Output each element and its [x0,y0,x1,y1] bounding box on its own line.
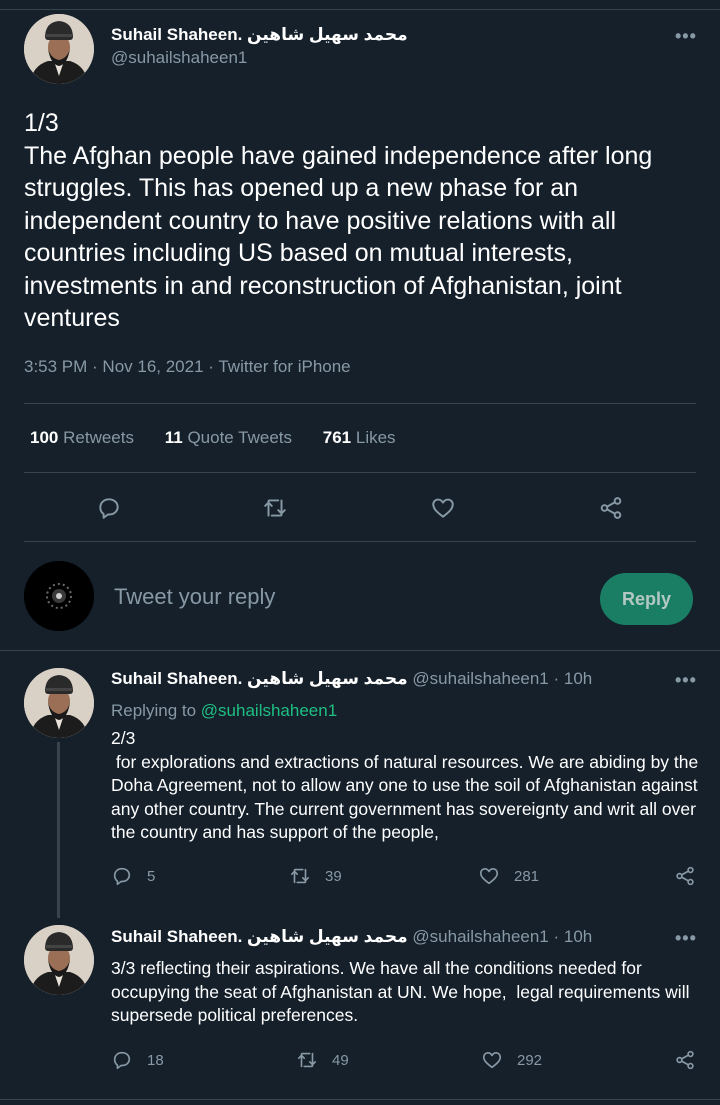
divider [24,541,696,542]
author-name[interactable]: Suhail Shaheen. محمد سهيل شاهين [111,927,408,946]
tweet-stats: 100 Retweets 11 Quote Tweets 761 Likes [30,428,422,448]
heart-icon [479,868,499,885]
divider [24,403,696,404]
tweet-text: 2/3 for explorations and extractions of … [111,728,699,842]
top-divider [0,9,720,10]
retweet-icon[interactable] [262,495,288,521]
retweet-action[interactable]: 39 [289,865,342,887]
reply-count: 5 [147,867,156,885]
divider [24,472,696,473]
like-action[interactable]: 292 [481,1049,542,1071]
author-handle[interactable]: @suhailshaheen1 [412,927,548,946]
tweet-time[interactable]: 3:53 PM · Nov 16, 2021 [24,357,204,376]
share-action[interactable] [674,1049,710,1071]
bottom-divider [0,1099,720,1100]
reply-icon [113,1051,131,1070]
more-options-icon[interactable]: ••• [675,26,697,47]
more-options-icon[interactable]: ••• [675,670,697,691]
tweet-time[interactable]: · 10h [554,927,593,946]
tweet-source[interactable]: Twitter for iPhone [218,357,350,376]
author-handle[interactable]: @suhailshaheen1 [412,669,548,688]
reply-input[interactable] [114,584,564,610]
retweets-stat[interactable]: 100 Retweets [30,428,134,447]
reply-icon[interactable] [96,495,122,521]
author-name[interactable]: Suhail Shaheen. محمد سهيل شاهين [111,669,408,688]
like-action[interactable]: 281 [478,865,539,887]
tweet-meta: 3:53 PM · Nov 16, 2021 · Twitter for iPh… [24,357,351,377]
reply-action[interactable]: 18 [111,1049,164,1071]
replying-to-link[interactable]: @suhailshaheen1 [201,701,337,720]
likes-stat[interactable]: 761 Likes [323,428,396,447]
share-icon [676,1050,694,1070]
tweet-text: 3/3 reflecting their aspirations. We hav… [111,958,695,1025]
tweet-text: 1/3 The Afghan people have gained indepe… [24,109,653,332]
quotes-stat[interactable]: 11 Quote Tweets [165,428,292,447]
heart-icon [482,1052,502,1069]
tweet-header: Suhail Shaheen. محمد سهيل شاهين @suhails… [111,927,592,947]
tweet-header: Suhail Shaheen. محمد سهيل شاهين @suhails… [111,669,592,689]
like-count: 292 [517,1051,543,1069]
author-name[interactable]: Suhail Shaheen. محمد سهيل شاهين [111,25,408,45]
tweet-time[interactable]: · 10h [554,669,593,688]
author-handle[interactable]: @suhailshaheen1 [111,48,247,68]
share-icon [676,866,694,886]
user-avatar[interactable] [24,561,94,631]
reply-count: 18 [147,1051,164,1069]
retweet-icon [290,868,310,884]
retweet-icon [297,1052,317,1068]
more-options-icon[interactable]: ••• [675,928,697,949]
author-avatar[interactable] [24,14,94,84]
author-avatar[interactable] [24,668,94,738]
reply-button[interactable]: Reply [600,573,693,625]
share-action[interactable] [674,865,710,887]
retweet-count: 49 [332,1051,349,1069]
replying-to: Replying to @suhailshaheen1 [111,701,338,720]
reply-action[interactable]: 5 [111,865,155,887]
reply-icon [113,867,131,886]
thread-connector [57,742,60,918]
retweet-count: 39 [325,867,342,885]
author-avatar[interactable] [24,925,94,995]
retweet-action[interactable]: 49 [296,1049,349,1071]
share-icon[interactable] [598,495,624,521]
heart-icon[interactable] [430,495,456,521]
like-count: 281 [514,867,540,885]
meta-separator: · [208,357,219,376]
divider [0,650,720,651]
